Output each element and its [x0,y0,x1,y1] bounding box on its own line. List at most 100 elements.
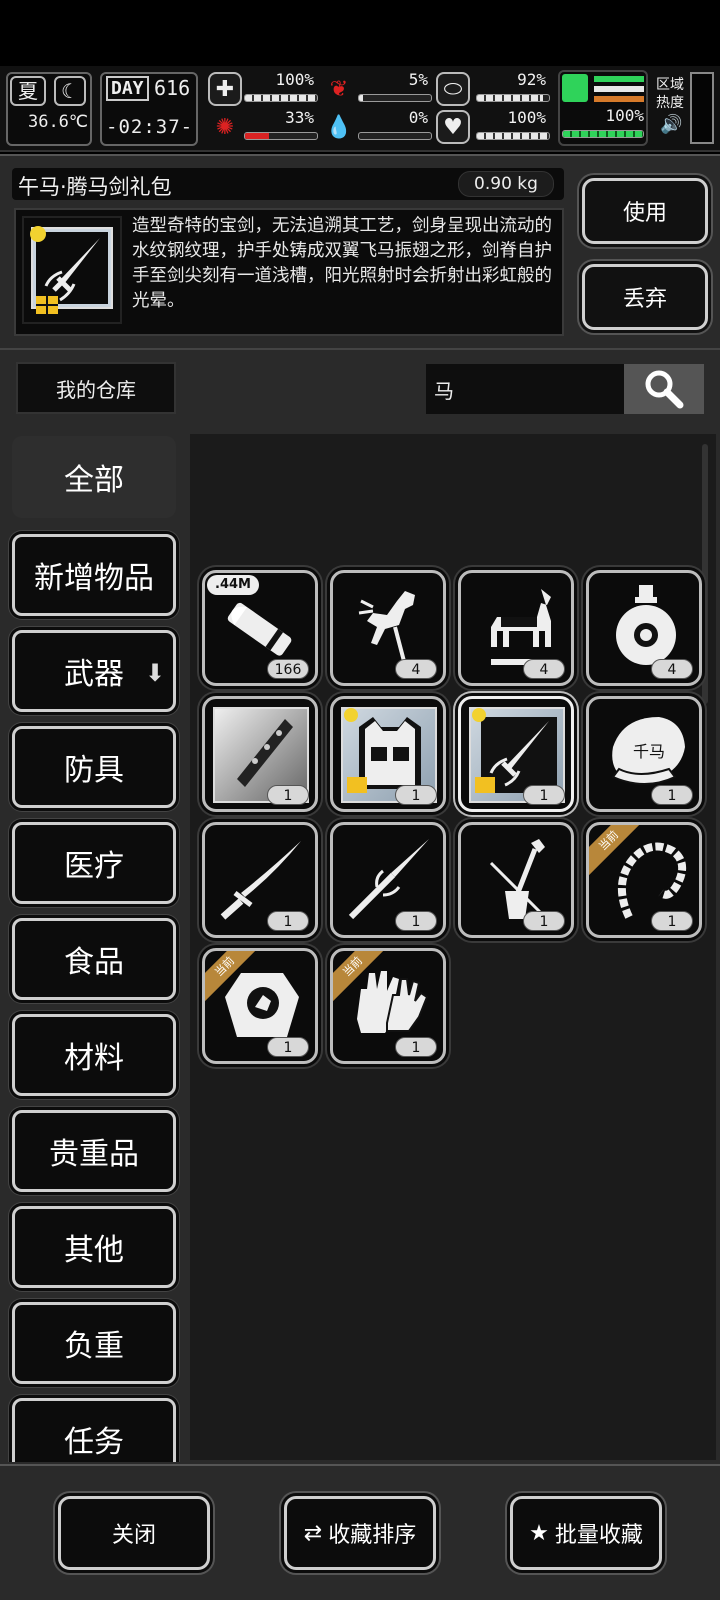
whip-icon [617,842,687,919]
item-count: 4 [651,659,693,679]
drop-button[interactable]: 丢弃 [582,264,708,330]
item-slot[interactable]: 4 [330,570,446,686]
category-armor[interactable]: 防具 [12,726,176,808]
category-quest[interactable]: 任务 [12,1398,176,1462]
item-count: 4 [523,659,565,679]
day-label: DAY [106,76,149,101]
gloves-icon [357,971,429,1033]
sort-favorites-label: 收藏排序 [328,1523,417,1548]
wine-bottle-icon [616,585,676,665]
item-grid[interactable]: .44M 166 4 4 4 1 1 1 千马 1 1 1 1 当前 1 当前 … [190,434,716,1460]
svg-text:千马: 千马 [633,742,665,761]
my-warehouse-button[interactable]: 我的仓库 [16,362,176,414]
blood-drop-icon: 💧 [325,114,353,140]
thirst-bar [358,132,432,140]
health-bar [244,94,318,102]
category-medical[interactable]: 医疗 [12,822,176,904]
speaker-icon[interactable]: 🔊 [660,114,682,135]
clock-time: -02:37- [106,116,194,138]
katana-icon [220,841,301,920]
item-slot[interactable]: 1 [202,822,318,938]
medkit-icon: ✚ [208,72,242,106]
zone-heat-label: 区域热度 [656,77,684,111]
item-count: 4 [395,659,437,679]
status-bar-blank [0,0,720,66]
search-icon [645,370,684,409]
item-count: 1 [651,911,693,931]
horse-mask-icon: 千马 [611,717,685,785]
item-slot[interactable]: 1 [330,822,446,938]
item-slot-selected[interactable]: 1 [458,696,574,812]
item-count: 1 [395,911,437,931]
ammo-tag: .44M [207,575,259,595]
inventory-main: 全部 新增物品 武器 ⬇ 防具 医疗 食品 材料 贵重品 其他 负重 任务 .4… [0,428,720,1464]
star-icon: ★ [529,1520,549,1546]
mood-value: 100% [507,108,546,127]
category-weapons[interactable]: 武器 ⬇ [12,630,176,712]
stamina-bar [476,94,550,102]
item-slot[interactable]: 1 [458,822,574,938]
stomach-icon: ❦ [329,76,349,102]
brain-value: 33% [285,108,314,127]
day-counter: 616 [154,76,191,100]
item-count: 1 [267,785,309,805]
item-count: 1 [267,1037,309,1057]
item-description-box: 造型奇特的宝剑，无法追溯其工艺，剑身呈现出流动的水纹钢纹理，护手处铸成双翼飞马振… [14,208,564,336]
horse-head-fiddle-icon [489,839,545,919]
item-slot[interactable]: 千马 1 [586,696,702,812]
batch-favorite-label: 批量收藏 [554,1523,643,1548]
category-materials[interactable]: 材料 [12,1014,176,1096]
search-button[interactable] [624,364,704,414]
day-panel: DAY 616 -02:37- [100,72,198,146]
load-panel: 100% [558,70,648,146]
item-description: 造型奇特的宝剑，无法追溯其工艺，剑身呈现出流动的水纹钢纹理，护手处铸成双翼飞马振… [132,216,552,311]
grid-scrollbar[interactable] [702,444,708,704]
category-food[interactable]: 食品 [12,918,176,1000]
item-slot[interactable]: 1 [202,696,318,812]
search-row: 我的仓库 [0,348,720,428]
category-valuables[interactable]: 贵重品 [12,1110,176,1192]
health-value: 100% [275,70,314,89]
item-count: 1 [523,785,565,805]
boot-icon [562,74,588,102]
item-slot[interactable]: 当前 1 [330,948,446,1064]
sort-favorites-button[interactable]: ⇄ 收藏排序 [284,1496,436,1570]
category-other[interactable]: 其他 [12,1206,176,1288]
sword-gift-icon [30,226,113,314]
close-button[interactable]: 关闭 [58,1496,210,1570]
bottom-action-bar: 关闭 ⇄ 收藏排序 ★ 批量收藏 [0,1464,720,1600]
mood-bar [476,132,550,140]
category-sidebar[interactable]: 全部 新增物品 武器 ⬇ 防具 医疗 食品 材料 贵重品 其他 负重 任务 [4,432,188,1462]
item-slot[interactable]: 4 [586,570,702,686]
item-count: 1 [651,785,693,805]
batch-favorite-button[interactable]: ★ 批量收藏 [510,1496,662,1570]
item-count: 1 [267,911,309,931]
season-label: 夏 [10,76,46,106]
item-weight: 0.90 kg [458,171,554,197]
hunger-value: 5% [408,70,428,89]
category-new-items[interactable]: 新增物品 [12,534,176,616]
vest-gift-icon [344,708,421,793]
zone-heat-meter [690,72,714,144]
category-carry-load[interactable]: 负重 [12,1302,176,1384]
use-button[interactable]: 使用 [582,178,708,244]
category-weapons-label: 武器 [64,657,124,692]
shield-emblem-icon [225,973,299,1037]
item-slot[interactable]: 当前 1 [586,822,702,938]
war-horse-icon [491,589,551,665]
horse-statue-icon [358,591,415,666]
item-slot[interactable]: 4 [458,570,574,686]
item-slot[interactable]: .44M 166 [202,570,318,686]
item-count: 1 [395,785,437,805]
arrow-down-icon: ⬇ [144,659,165,687]
lungs-icon: ⬭ [436,72,470,106]
knuckle-weapon-icon [237,719,293,787]
spear-icon [348,839,429,920]
item-count: 1 [395,1037,437,1057]
item-slot[interactable]: 1 [330,696,446,812]
item-slot[interactable]: 当前 1 [202,948,318,1064]
search-input[interactable] [426,364,626,414]
item-name-bar: 午马·腾马剑礼包 0.90 kg [12,168,564,200]
category-all[interactable]: 全部 [12,436,176,518]
swap-arrows-icon: ⇄ [303,1520,323,1546]
